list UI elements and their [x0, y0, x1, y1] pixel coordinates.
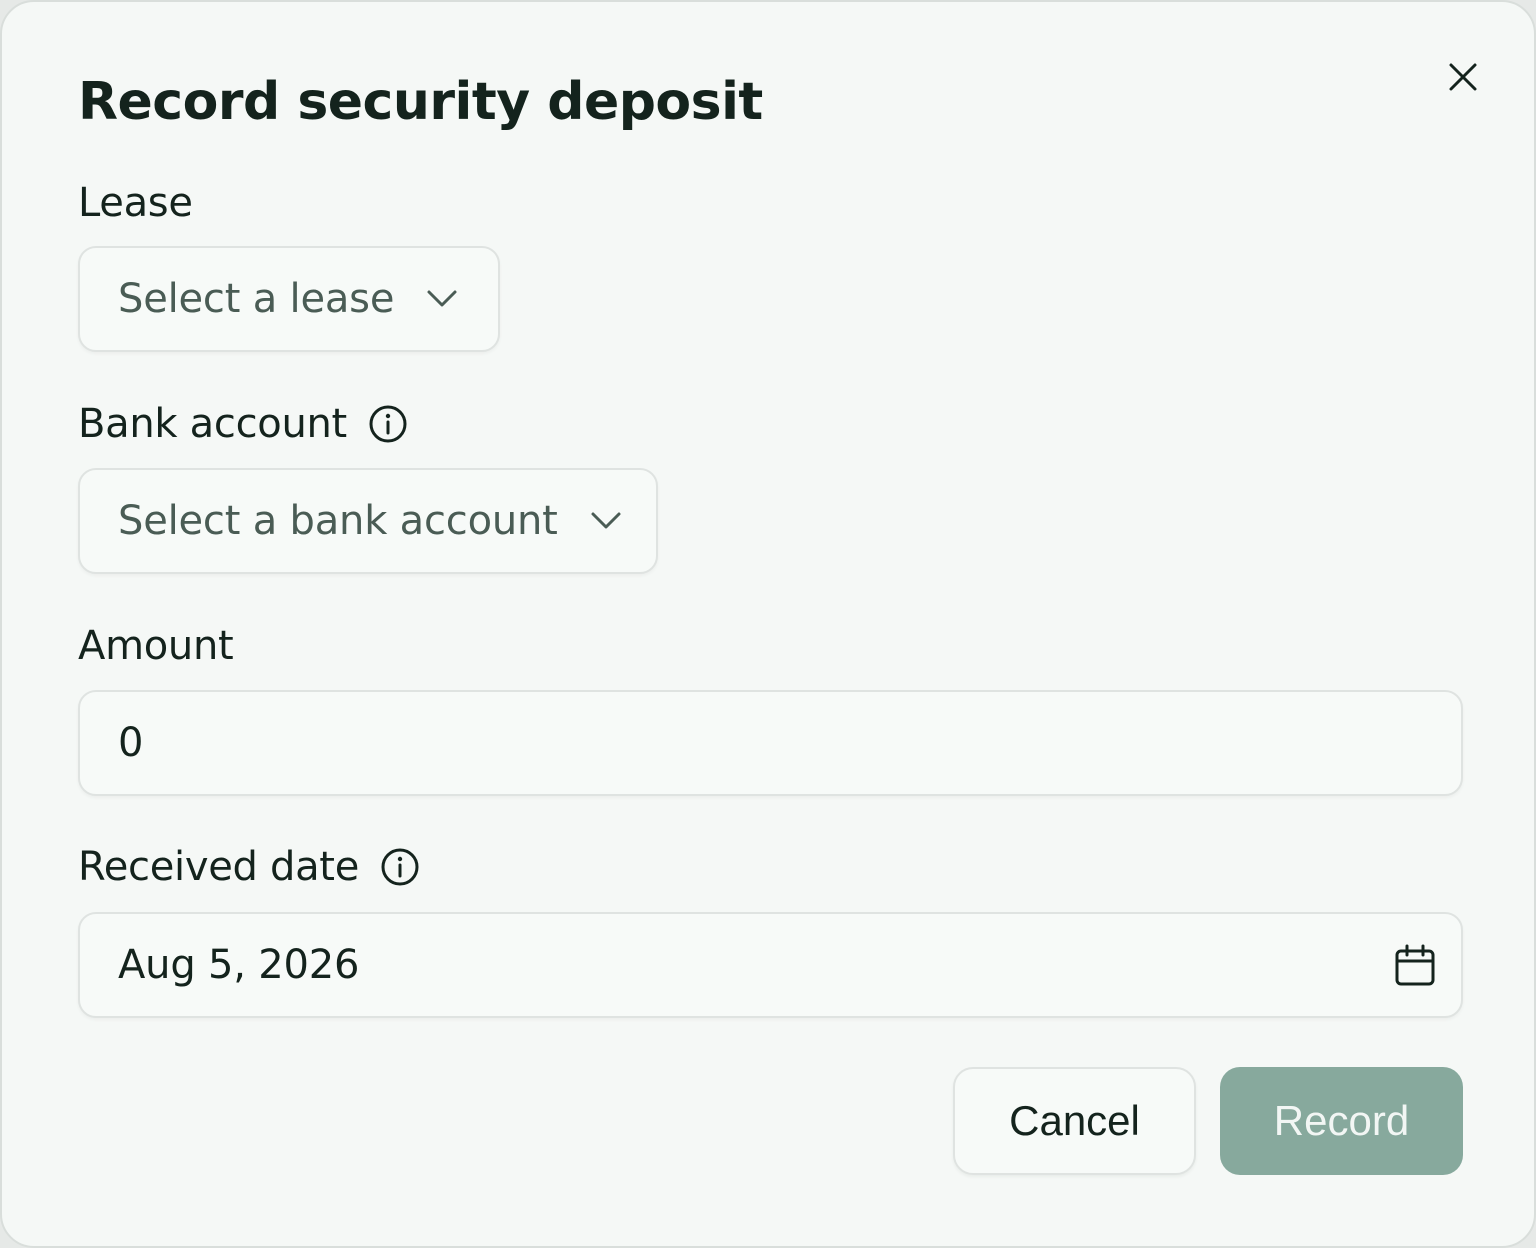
info-icon[interactable] — [379, 846, 421, 888]
amount-label-row: Amount — [78, 621, 234, 671]
lease-label: Lease — [78, 180, 193, 226]
received-date-label-row: Received date — [78, 842, 421, 892]
lease-select[interactable]: Select a lease — [78, 246, 500, 352]
dialog-title: Record security deposit — [78, 72, 763, 132]
bank-account-select-placeholder: Select a bank account — [118, 498, 558, 544]
record-button[interactable]: Record — [1220, 1067, 1463, 1175]
received-date-input[interactable]: Aug 5, 2026 — [78, 912, 1463, 1018]
amount-label: Amount — [78, 623, 234, 669]
received-date-label: Received date — [78, 844, 360, 890]
lease-select-placeholder: Select a lease — [118, 276, 395, 322]
received-date-value: Aug 5, 2026 — [118, 942, 360, 988]
chevron-down-icon — [590, 511, 622, 531]
cancel-button[interactable]: Cancel — [953, 1067, 1196, 1175]
bank-account-select[interactable]: Select a bank account — [78, 468, 658, 574]
close-icon — [1449, 63, 1477, 91]
bank-account-label-row: Bank account — [78, 399, 409, 449]
record-security-deposit-dialog: Record security deposit Lease Select a l… — [0, 0, 1536, 1248]
chevron-down-icon — [426, 289, 458, 309]
amount-input[interactable]: 0 — [78, 690, 1463, 796]
close-button[interactable] — [1438, 52, 1488, 102]
calendar-icon[interactable] — [1393, 944, 1437, 988]
info-icon[interactable] — [367, 403, 409, 445]
amount-value: 0 — [118, 720, 144, 766]
bank-account-label: Bank account — [78, 401, 347, 447]
lease-label-row: Lease — [78, 178, 193, 228]
